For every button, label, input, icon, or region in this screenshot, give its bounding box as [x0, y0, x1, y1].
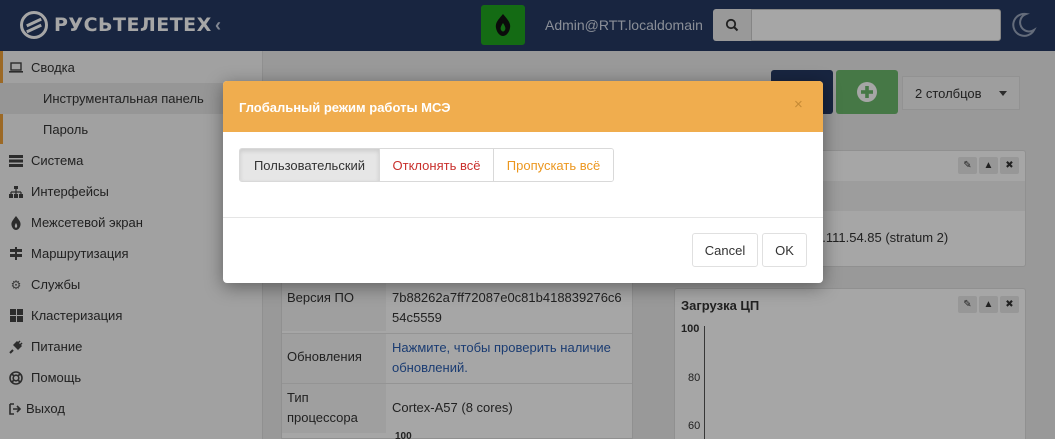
mode-allow-all-button[interactable]: Пропускать всё: [494, 149, 613, 181]
cancel-button[interactable]: Cancel: [692, 233, 758, 267]
firewall-mode-dialog: Глобальный режим работы МСЭ × Пользовате…: [223, 81, 823, 283]
dialog-header: Глобальный режим работы МСЭ ×: [223, 81, 823, 132]
mode-custom-button[interactable]: Пользовательский: [240, 149, 380, 181]
mode-deny-all-button[interactable]: Отклонять всё: [380, 149, 494, 181]
ok-button[interactable]: OK: [762, 233, 807, 267]
close-icon[interactable]: ×: [794, 97, 803, 113]
mode-segmented-control: Пользовательский Отклонять всё Пропускат…: [239, 148, 614, 182]
divider: [223, 217, 823, 218]
dialog-title: Глобальный режим работы МСЭ: [239, 100, 451, 115]
